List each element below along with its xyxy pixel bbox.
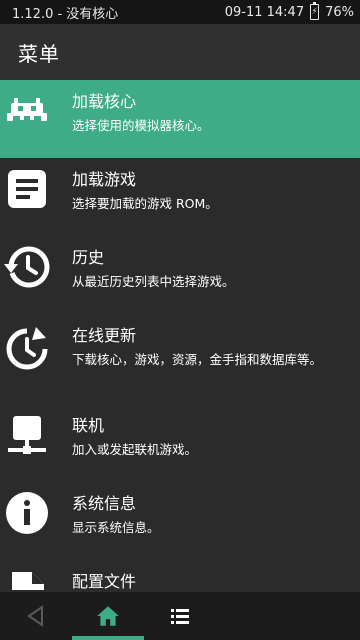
battery-level: 76% [325, 4, 354, 20]
menu-item-system-info[interactable]: 系统信息 显示系统信息。 [0, 482, 360, 560]
menu-item-history[interactable]: 历史 从最近历史列表中选择游戏。 [0, 236, 360, 314]
info-icon [4, 490, 50, 536]
menu-item-text: 配置文件 [72, 572, 346, 590]
list-icon [171, 609, 189, 624]
menu-item-title: 联机 [72, 416, 105, 435]
menu-item-title: 配置文件 [72, 572, 137, 590]
menu-item-subtitle: 显示系统信息。 [72, 520, 160, 535]
update-icon [4, 326, 50, 372]
menu-item-load-core[interactable]: 加载核心 选择使用的模拟器核心。 [0, 80, 360, 158]
menu-item-text: 在线更新 下载核心，游戏，资源，金手指和数据库等。 [72, 326, 346, 370]
home-icon [97, 606, 119, 626]
status-time: 09-11 14:47 [224, 4, 305, 20]
menu-item-title: 在线更新 [72, 326, 137, 345]
menu-item-title: 历史 [72, 248, 105, 267]
menu-item-text: 加载游戏 选择要加载的游戏 ROM。 [72, 170, 346, 214]
menu-item-online-updater[interactable]: 在线更新 下载核心，游戏，资源，金手指和数据库等。 [0, 314, 360, 404]
status-right: 09-11 14:47 ⚡ 76% [224, 2, 354, 20]
menu-item-text: 历史 从最近历史列表中选择游戏。 [72, 248, 346, 292]
bottom-navigation [0, 592, 360, 640]
netplay-icon [4, 412, 50, 458]
menu-item-title: 加载核心 [72, 92, 137, 111]
status-app-version: 1.12.0 - 没有核心 [12, 6, 119, 22]
menu-item-title: 系统信息 [72, 494, 137, 513]
home-button[interactable] [72, 592, 144, 640]
core-icon [4, 88, 50, 134]
menu-item-subtitle: 下载核心，游戏，资源，金手指和数据库等。 [72, 352, 323, 367]
config-file-icon [4, 568, 50, 590]
status-bar: 1.12.0 - 没有核心 09-11 14:47 ⚡ 76% [0, 0, 360, 24]
menu-item-text: 加载核心 选择使用的模拟器核心。 [72, 92, 346, 136]
menu-item-netplay[interactable]: 联机 加入或发起联机游戏。 [0, 404, 360, 482]
menu-item-load-game[interactable]: 加载游戏 选择要加载的游戏 ROM。 [0, 158, 360, 236]
battery-charging-icon: ⚡ [310, 2, 320, 20]
back-button[interactable] [0, 592, 72, 640]
page-title: 菜单 [18, 41, 60, 66]
active-tab-indicator [72, 636, 144, 640]
history-icon [4, 244, 50, 290]
back-icon [27, 605, 43, 627]
menu-item-subtitle: 从最近历史列表中选择游戏。 [72, 274, 235, 289]
menu-item-text: 联机 加入或发起联机游戏。 [72, 416, 346, 460]
menu-item-subtitle: 选择要加载的游戏 ROM。 [72, 196, 218, 211]
menu-item-text: 系统信息 显示系统信息。 [72, 494, 346, 538]
menu-item-subtitle: 加入或发起联机游戏。 [72, 442, 198, 457]
menu-list: 加载核心 选择使用的模拟器核心。 加载游戏 选择要加载的游戏 ROM。 历史 从… [0, 80, 360, 590]
menu-item-config-file[interactable]: 配置文件 [0, 560, 360, 590]
app-bar: 菜单 [0, 24, 360, 80]
document-icon [4, 166, 50, 212]
list-button[interactable] [144, 592, 216, 640]
menu-item-subtitle: 选择使用的模拟器核心。 [72, 118, 210, 133]
menu-item-title: 加载游戏 [72, 170, 137, 189]
